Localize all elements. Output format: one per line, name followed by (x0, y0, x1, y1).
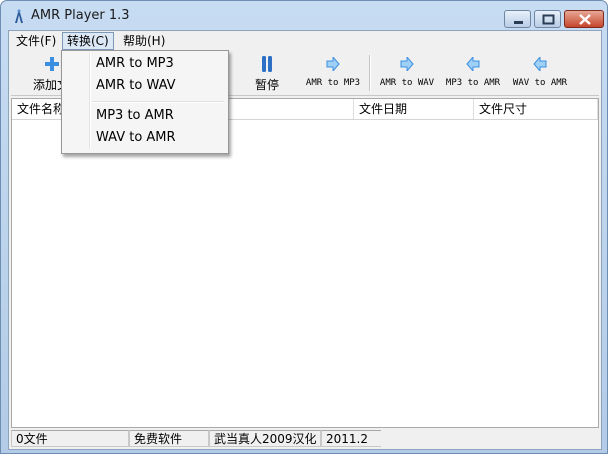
close-button[interactable] (564, 10, 604, 28)
window-title: AMR Player 1.3 (31, 8, 130, 23)
toolbar-divider (369, 55, 371, 91)
app-window: AMR Player 1.3 文件(F) 转换(C) 帮助(H) 添加文 暂停 (0, 0, 608, 454)
close-icon (579, 14, 591, 25)
maximize-icon (542, 14, 555, 25)
amr-to-wav-label: AMR to WAV (379, 78, 435, 88)
plus-icon (45, 57, 59, 71)
minimize-icon (514, 21, 523, 24)
mp3-to-amr-label: MP3 to AMR (445, 78, 501, 88)
menu-file[interactable]: 文件(F) (12, 33, 60, 49)
amr-to-mp3-label: AMR to MP3 (305, 78, 361, 88)
menu-item-wav-to-amr[interactable]: WAV to AMR (64, 127, 224, 149)
menu-help[interactable]: 帮助(H) (119, 33, 169, 49)
amr-to-wav-button[interactable]: AMR to WAV (375, 51, 439, 95)
arrow-left-icon (466, 57, 480, 71)
pause-label: 暂停 (254, 78, 279, 92)
status-license: 免费软件 (129, 430, 209, 447)
minimize-button[interactable] (504, 10, 531, 28)
wav-to-amr-label: WAV to AMR (512, 78, 568, 88)
mp3-to-amr-button[interactable]: MP3 to AMR (441, 51, 505, 95)
arrow-right-icon (326, 57, 340, 71)
app-logo-icon (15, 9, 23, 23)
maximize-button[interactable] (534, 10, 561, 28)
amr-to-mp3-button[interactable]: AMR to MP3 (301, 51, 365, 95)
menu-item-amr-to-mp3[interactable]: AMR to MP3 (64, 53, 224, 75)
pause-icon (262, 56, 272, 72)
menu-separator (92, 101, 224, 103)
menu-convert[interactable]: 转换(C) (62, 32, 114, 50)
status-credit: 武当真人2009汉化 (209, 430, 321, 447)
menu-bar: 文件(F) 转换(C) 帮助(H) (9, 31, 601, 51)
title-bar[interactable]: AMR Player 1.3 (1, 1, 607, 31)
column-header-date[interactable]: 文件日期 (354, 99, 474, 119)
wav-to-amr-button[interactable]: WAV to AMR (508, 51, 572, 95)
status-version: 2011.2 (321, 430, 381, 447)
arrow-left-icon (533, 57, 547, 71)
status-file-count: 0文件 (11, 430, 129, 447)
arrow-right-icon (400, 57, 414, 71)
status-bar: 0文件 免费软件 武当真人2009汉化 2011.2 (11, 430, 597, 447)
pause-button[interactable]: 暂停 (243, 51, 291, 95)
convert-dropdown-menu: AMR to MP3 AMR to WAV MP3 to AMR WAV to … (61, 50, 229, 154)
column-header-size[interactable]: 文件尺寸 (474, 99, 598, 119)
menu-item-mp3-to-amr[interactable]: MP3 to AMR (64, 105, 224, 127)
menu-item-amr-to-wav[interactable]: AMR to WAV (64, 75, 224, 97)
